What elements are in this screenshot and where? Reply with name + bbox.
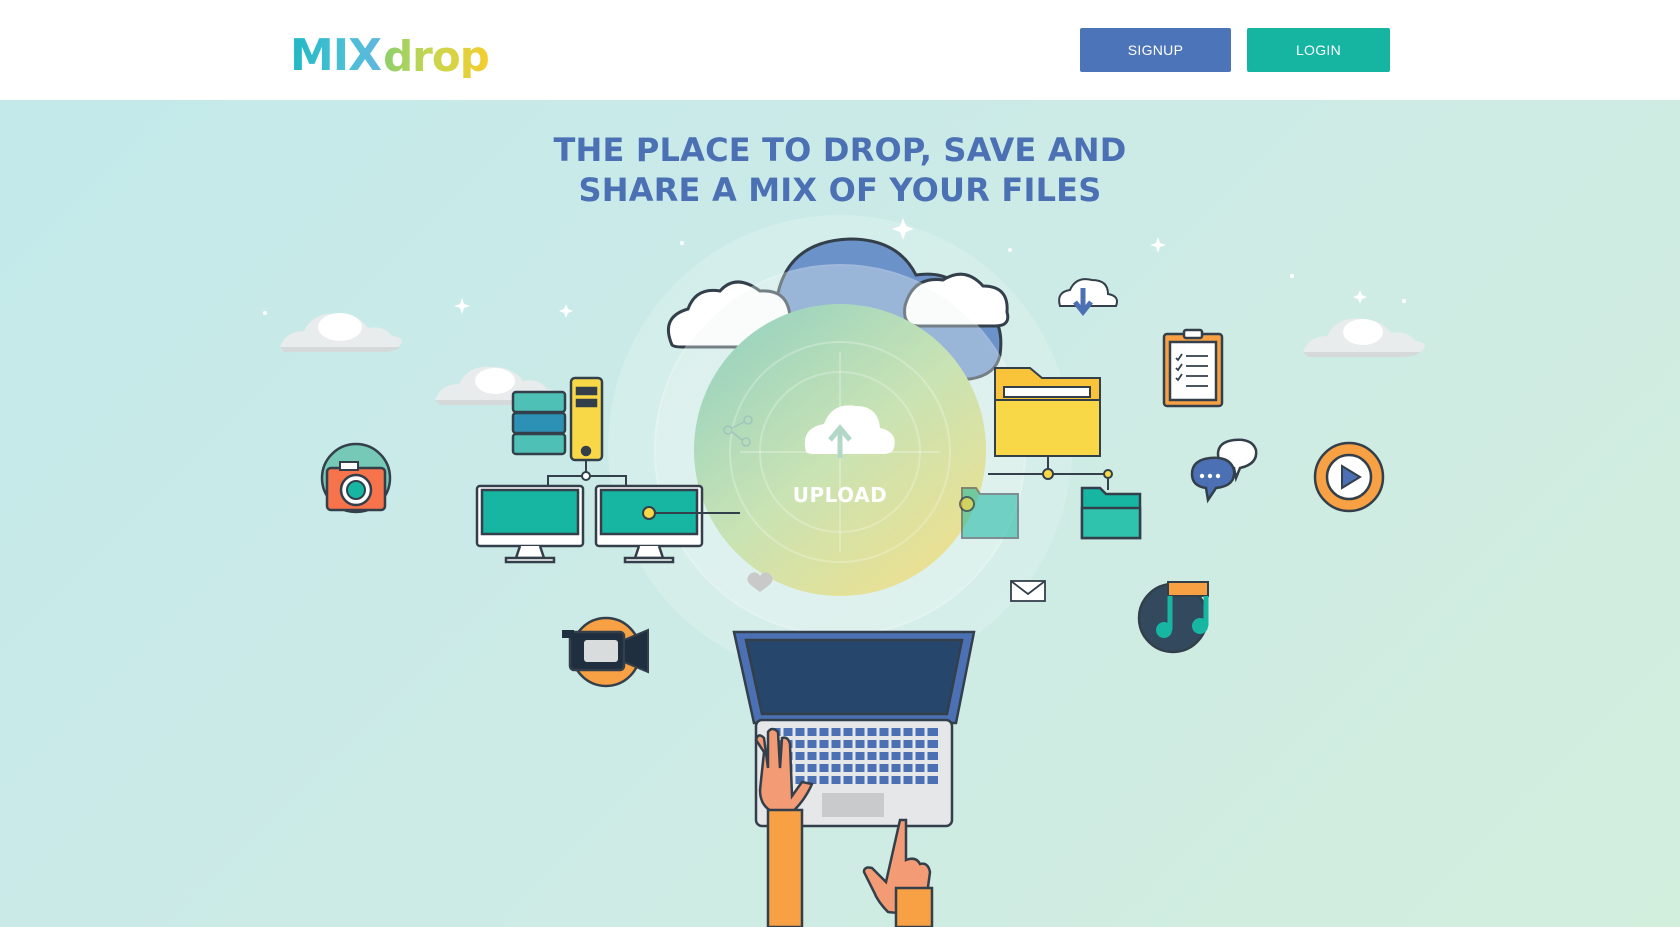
folder-icon	[994, 367, 1101, 457]
logo-mix-text: MIX	[290, 30, 382, 81]
folder-icon	[1080, 486, 1142, 540]
upload-drop-zone[interactable]	[695, 333, 985, 623]
chat-icon	[1190, 438, 1258, 504]
login-button[interactable]: LOGIN	[1247, 28, 1390, 72]
hero-section: THE PLACE TO DROP, SAVE AND SHARE A MIX …	[0, 100, 1680, 927]
music-icon	[1137, 581, 1209, 654]
mixdrop-logo[interactable]: MIX drop	[290, 22, 490, 81]
logo-drop-text: drop	[383, 32, 490, 81]
clipboard-icon	[1162, 328, 1224, 408]
top-bar: MIX drop SIGNUP LOGIN	[0, 0, 1680, 100]
signup-button[interactable]: SIGNUP	[1080, 28, 1231, 72]
video-camera-icon	[562, 616, 649, 688]
camera-icon	[320, 442, 392, 514]
mail-icon	[1010, 580, 1046, 602]
download-cloud-icon	[1058, 278, 1118, 317]
play-icon	[1313, 441, 1385, 513]
